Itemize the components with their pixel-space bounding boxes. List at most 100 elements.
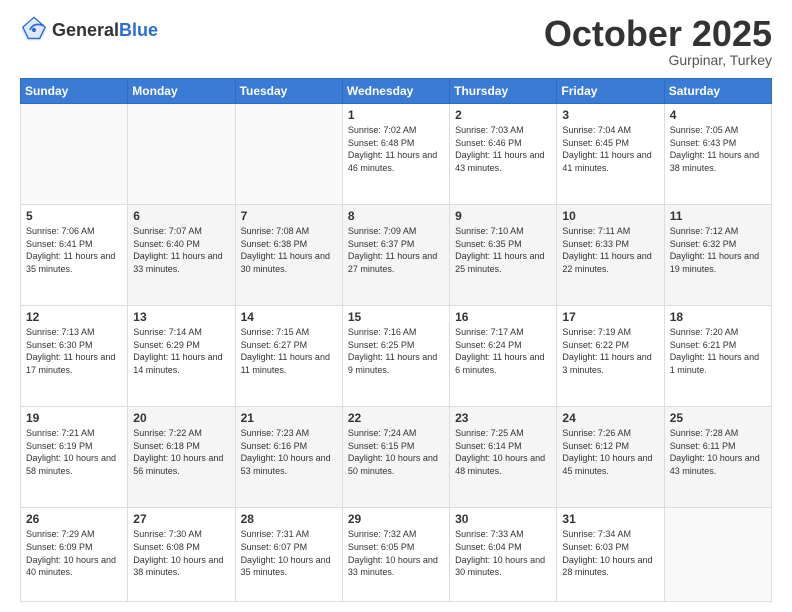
day-number: 24	[562, 411, 658, 425]
day-info: Sunrise: 7:03 AM Sunset: 6:46 PM Dayligh…	[455, 124, 551, 174]
day-number: 18	[670, 310, 766, 324]
calendar-week-row: 12Sunrise: 7:13 AM Sunset: 6:30 PM Dayli…	[21, 306, 772, 407]
day-number: 16	[455, 310, 551, 324]
weekday-header-row: Sunday Monday Tuesday Wednesday Thursday…	[21, 79, 772, 104]
location-subtitle: Gurpinar, Turkey	[544, 52, 772, 68]
day-number: 3	[562, 108, 658, 122]
logo-text: GeneralBlue	[52, 21, 158, 40]
day-number: 31	[562, 512, 658, 526]
day-info: Sunrise: 7:22 AM Sunset: 6:18 PM Dayligh…	[133, 427, 229, 477]
day-info: Sunrise: 7:29 AM Sunset: 6:09 PM Dayligh…	[26, 528, 122, 578]
header-saturday: Saturday	[664, 79, 771, 104]
header-sunday: Sunday	[21, 79, 128, 104]
table-row: 26Sunrise: 7:29 AM Sunset: 6:09 PM Dayli…	[21, 508, 128, 602]
table-row: 10 Sunrise: 7:11 AM Sunset: 6:33 PM Dayli…	[557, 205, 664, 306]
day-info: Sunrise: 7:34 AM Sunset: 6:03 PM Dayligh…	[562, 528, 658, 578]
calendar-week-row: 1Sunrise: 7:02 AM Sunset: 6:48 PM Daylig…	[21, 104, 772, 205]
day-number: 14	[241, 310, 337, 324]
table-row: 16 Sunrise: 7:17 AM Sunset: 6:24 PM Dayli…	[450, 306, 557, 407]
day-info: Sunrise: 7:02 AM Sunset: 6:48 PM Dayligh…	[348, 124, 444, 174]
table-row: 25 Sunrise: 7:28 AM Sunset: 6:11 PM Dayli…	[664, 407, 771, 508]
table-row	[664, 508, 771, 602]
day-number: 11	[670, 209, 766, 223]
table-row: 20Sunrise: 7:22 AM Sunset: 6:18 PM Dayli…	[128, 407, 235, 508]
day-info: Sunrise: 7:17 AM Sunset: 6:24 PM Dayligh…	[455, 326, 551, 376]
table-row: 13Sunrise: 7:14 AM Sunset: 6:29 PM Dayli…	[128, 306, 235, 407]
table-row: 2 Sunrise: 7:03 AM Sunset: 6:46 PM Daylig…	[450, 104, 557, 205]
table-row	[21, 104, 128, 205]
day-info: Sunrise: 7:15 AM Sunset: 6:27 PM Dayligh…	[241, 326, 337, 376]
day-number: 10	[562, 209, 658, 223]
day-info: Sunrise: 7:30 AM Sunset: 6:08 PM Dayligh…	[133, 528, 229, 578]
day-number: 22	[348, 411, 444, 425]
table-row: 18 Sunrise: 7:20 AM Sunset: 6:21 PM Dayli…	[664, 306, 771, 407]
day-info: Sunrise: 7:07 AM Sunset: 6:40 PM Dayligh…	[133, 225, 229, 275]
day-info: Sunrise: 7:21 AM Sunset: 6:19 PM Dayligh…	[26, 427, 122, 477]
table-row: 27Sunrise: 7:30 AM Sunset: 6:08 PM Dayli…	[128, 508, 235, 602]
day-number: 23	[455, 411, 551, 425]
table-row: 21 Sunrise: 7:23 AM Sunset: 6:16 PM Dayli…	[235, 407, 342, 508]
day-number: 21	[241, 411, 337, 425]
day-number: 25	[670, 411, 766, 425]
day-number: 15	[348, 310, 444, 324]
day-info: Sunrise: 7:33 AM Sunset: 6:04 PM Dayligh…	[455, 528, 551, 578]
day-info: Sunrise: 7:20 AM Sunset: 6:21 PM Dayligh…	[670, 326, 766, 376]
title-area: October 2025 Gurpinar, Turkey	[544, 16, 772, 68]
table-row: 9Sunrise: 7:10 AM Sunset: 6:35 PM Daylig…	[450, 205, 557, 306]
day-info: Sunrise: 7:11 AM Sunset: 6:33 PM Dayligh…	[562, 225, 658, 275]
table-row: 19 Sunrise: 7:21 AM Sunset: 6:19 PM Dayli…	[21, 407, 128, 508]
day-number: 5	[26, 209, 122, 223]
table-row: 17 Sunrise: 7:19 AM Sunset: 6:22 PM Dayli…	[557, 306, 664, 407]
table-row	[128, 104, 235, 205]
table-row: 11Sunrise: 7:12 AM Sunset: 6:32 PM Dayli…	[664, 205, 771, 306]
day-info: Sunrise: 7:14 AM Sunset: 6:29 PM Dayligh…	[133, 326, 229, 376]
table-row: 28 Sunrise: 7:31 AM Sunset: 6:07 PM Dayli…	[235, 508, 342, 602]
day-info: Sunrise: 7:13 AM Sunset: 6:30 PM Dayligh…	[26, 326, 122, 376]
day-info: Sunrise: 7:09 AM Sunset: 6:37 PM Dayligh…	[348, 225, 444, 275]
page: GeneralBlue October 2025 Gurpinar, Turke…	[0, 0, 792, 612]
day-number: 7	[241, 209, 337, 223]
day-number: 30	[455, 512, 551, 526]
day-info: Sunrise: 7:28 AM Sunset: 6:11 PM Dayligh…	[670, 427, 766, 477]
day-info: Sunrise: 7:16 AM Sunset: 6:25 PM Dayligh…	[348, 326, 444, 376]
day-number: 4	[670, 108, 766, 122]
day-number: 9	[455, 209, 551, 223]
table-row: 8 Sunrise: 7:09 AM Sunset: 6:37 PM Daylig…	[342, 205, 449, 306]
table-row: 15 Sunrise: 7:16 AM Sunset: 6:25 PM Dayli…	[342, 306, 449, 407]
table-row: 3Sunrise: 7:04 AM Sunset: 6:45 PM Daylig…	[557, 104, 664, 205]
day-number: 28	[241, 512, 337, 526]
logo: GeneralBlue	[20, 16, 158, 44]
day-info: Sunrise: 7:05 AM Sunset: 6:43 PM Dayligh…	[670, 124, 766, 174]
table-row: 7 Sunrise: 7:08 AM Sunset: 6:38 PM Daylig…	[235, 205, 342, 306]
table-row: 31 Sunrise: 7:34 AM Sunset: 6:03 PM Dayli…	[557, 508, 664, 602]
day-info: Sunrise: 7:23 AM Sunset: 6:16 PM Dayligh…	[241, 427, 337, 477]
table-row: 6 Sunrise: 7:07 AM Sunset: 6:40 PM Daylig…	[128, 205, 235, 306]
day-info: Sunrise: 7:19 AM Sunset: 6:22 PM Dayligh…	[562, 326, 658, 376]
day-info: Sunrise: 7:06 AM Sunset: 6:41 PM Dayligh…	[26, 225, 122, 275]
day-number: 6	[133, 209, 229, 223]
day-number: 8	[348, 209, 444, 223]
day-info: Sunrise: 7:08 AM Sunset: 6:38 PM Dayligh…	[241, 225, 337, 275]
table-row: 29Sunrise: 7:32 AM Sunset: 6:05 PM Dayli…	[342, 508, 449, 602]
calendar-table: Sunday Monday Tuesday Wednesday Thursday…	[20, 78, 772, 602]
header-wednesday: Wednesday	[342, 79, 449, 104]
table-row: 5 Sunrise: 7:06 AM Sunset: 6:41 PM Daylig…	[21, 205, 128, 306]
header-thursday: Thursday	[450, 79, 557, 104]
day-info: Sunrise: 7:32 AM Sunset: 6:05 PM Dayligh…	[348, 528, 444, 578]
day-info: Sunrise: 7:31 AM Sunset: 6:07 PM Dayligh…	[241, 528, 337, 578]
table-row: 14 Sunrise: 7:15 AM Sunset: 6:27 PM Dayli…	[235, 306, 342, 407]
day-number: 19	[26, 411, 122, 425]
logo-blue: Blue	[119, 20, 158, 40]
table-row: 22Sunrise: 7:24 AM Sunset: 6:15 PM Dayli…	[342, 407, 449, 508]
calendar-week-row: 5 Sunrise: 7:06 AM Sunset: 6:41 PM Daylig…	[21, 205, 772, 306]
day-number: 17	[562, 310, 658, 324]
calendar-week-row: 26Sunrise: 7:29 AM Sunset: 6:09 PM Dayli…	[21, 508, 772, 602]
day-number: 2	[455, 108, 551, 122]
header-tuesday: Tuesday	[235, 79, 342, 104]
table-row: 1Sunrise: 7:02 AM Sunset: 6:48 PM Daylig…	[342, 104, 449, 205]
table-row: 23Sunrise: 7:25 AM Sunset: 6:14 PM Dayli…	[450, 407, 557, 508]
calendar-week-row: 19 Sunrise: 7:21 AM Sunset: 6:19 PM Dayli…	[21, 407, 772, 508]
logo-icon	[20, 16, 48, 44]
logo-general: General	[52, 20, 119, 40]
table-row: 30 Sunrise: 7:33 AM Sunset: 6:04 PM Dayli…	[450, 508, 557, 602]
